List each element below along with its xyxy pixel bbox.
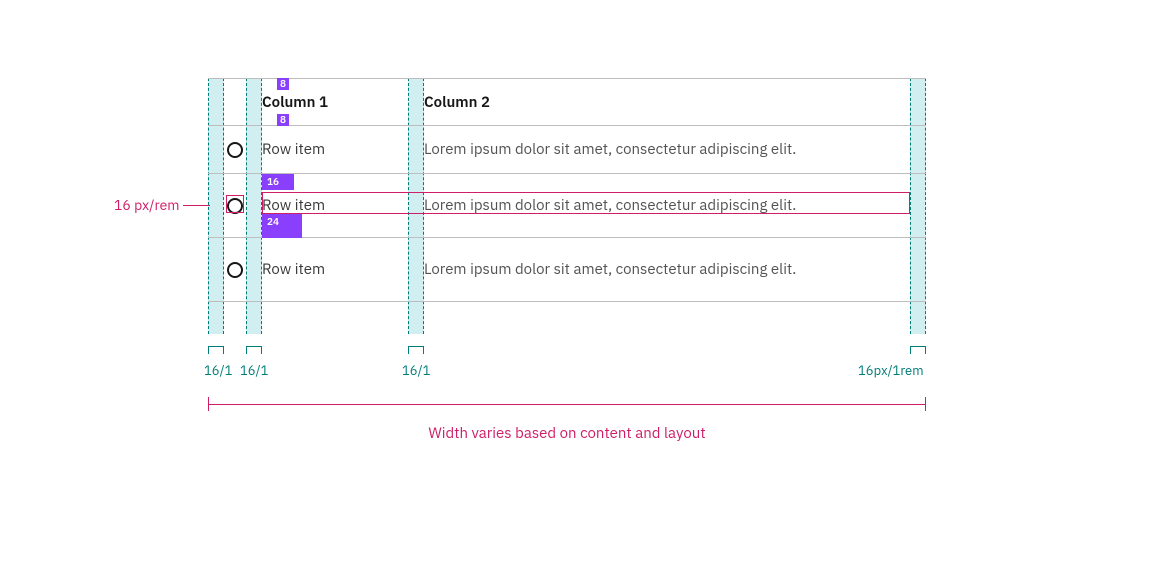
radio-size-callout: 16 px/rem	[114, 196, 180, 214]
spacing-tag-row2-bottom: 24	[264, 216, 282, 228]
spacing-tag-header-bottom: 8	[277, 114, 289, 126]
spacing-tag-row2-top: 16	[264, 176, 282, 188]
width-bar	[208, 404, 926, 405]
row-content-outline	[262, 192, 910, 214]
dim-bracket-3	[408, 346, 424, 354]
dim-label-1: 16/1	[204, 362, 232, 379]
dim-bracket-2	[246, 346, 262, 354]
table-header-row: Column 1 Column 2	[208, 78, 926, 126]
data-table-spec: Column 1 Column 2 Row item Lorem ipsum d…	[208, 78, 926, 302]
callout-leader-line	[183, 205, 210, 206]
width-bar-cap-right	[925, 397, 926, 411]
cell-col2: Lorem ipsum dolor sit amet, consectetur …	[424, 140, 910, 159]
cell-col2: Lorem ipsum dolor sit amet, consectetur …	[424, 260, 910, 279]
column-header-1: Column 1	[262, 93, 408, 112]
cell-col1: Row item	[262, 260, 408, 279]
table-row: Row item Lorem ipsum dolor sit amet, con…	[208, 126, 926, 174]
radio-button[interactable]	[227, 142, 243, 158]
radio-size-box	[226, 195, 244, 213]
dim-bracket-4	[910, 346, 926, 354]
table-row: Row item Lorem ipsum dolor sit amet, con…	[208, 238, 926, 302]
dim-bracket-1	[208, 346, 224, 354]
dim-label-2: 16/1	[240, 362, 268, 379]
dim-label-3: 16/1	[402, 362, 430, 379]
cell-col1: Row item	[262, 140, 408, 159]
dim-label-4: 16px/1rem	[858, 362, 924, 379]
width-varies-note: Width varies based on content and layout	[208, 424, 926, 443]
spacing-tag-header-top: 8	[277, 78, 289, 90]
column-header-2: Column 2	[424, 93, 910, 112]
radio-button[interactable]	[227, 262, 243, 278]
